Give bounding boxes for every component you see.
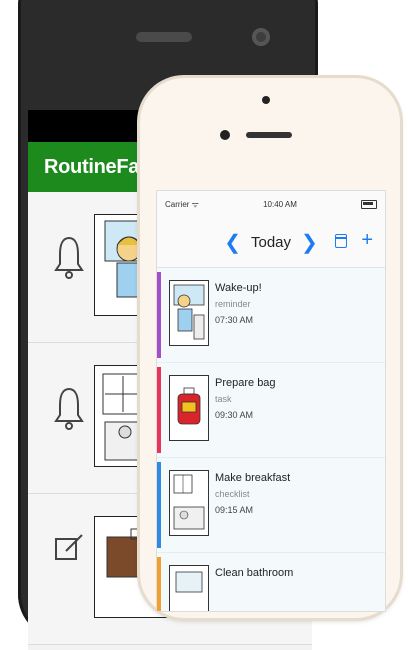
calendar-icon[interactable] [335,234,347,248]
clock: 10:40 AM [263,199,297,209]
task-time: 07:30 AM [215,315,254,325]
chevron-right-icon[interactable]: ❯ [291,230,328,255]
bathroom-thumbnail [169,565,209,611]
bag-thumbnail [169,375,209,441]
task-color-bar [157,557,161,611]
carrier-label: Carrier ᯤ [165,199,199,209]
task-row[interactable]: Clean bathroom [157,553,385,611]
task-type: checklist [215,489,250,499]
iphone-screen: Carrier ᯤ 10:40 AM ❮ Today ❯ + Wake-up! … [156,190,386,612]
wake-up-thumbnail [169,280,209,346]
battery-icon [360,199,377,209]
iphone: Carrier ᯤ 10:40 AM ❮ Today ❯ + Wake-up! … [140,78,400,618]
iphone-speaker [246,132,292,138]
breakfast-thumbnail [169,470,209,536]
android-speaker [136,32,192,42]
task-type: reminder [215,299,251,309]
task-row[interactable]: Make breakfast checklist 09:15 AM [157,458,385,553]
task-name: Make breakfast [215,472,291,484]
task-time: 09:30 AM [215,410,254,420]
task-color-bar [157,367,161,453]
task-name: Wake-up! [215,282,262,294]
task-name: Prepare bag [215,377,276,389]
nav-title: Today [250,233,292,251]
task-type: task [215,394,232,404]
task-color-bar [157,462,161,548]
iphone-camera [220,130,230,140]
bell-icon [54,236,84,279]
bell-icon [54,387,84,430]
task-name: Clean bathroom [215,567,294,579]
iphone-sensor [262,96,270,104]
ios-nav-bar: ❮ Today ❯ + [157,217,385,268]
task-row[interactable]: Prepare bag task 09:30 AM [157,363,385,458]
task-row[interactable]: Wake-up! reminder 07:30 AM [157,268,385,363]
task-color-bar [157,272,161,358]
ios-status-bar: Carrier ᯤ 10:40 AM [157,191,385,217]
task-time: 09:15 AM [215,505,254,515]
edit-icon [55,534,83,560]
android-camera [252,28,270,46]
add-button[interactable]: + [361,229,373,252]
chevron-left-icon[interactable]: ❮ [214,230,251,255]
